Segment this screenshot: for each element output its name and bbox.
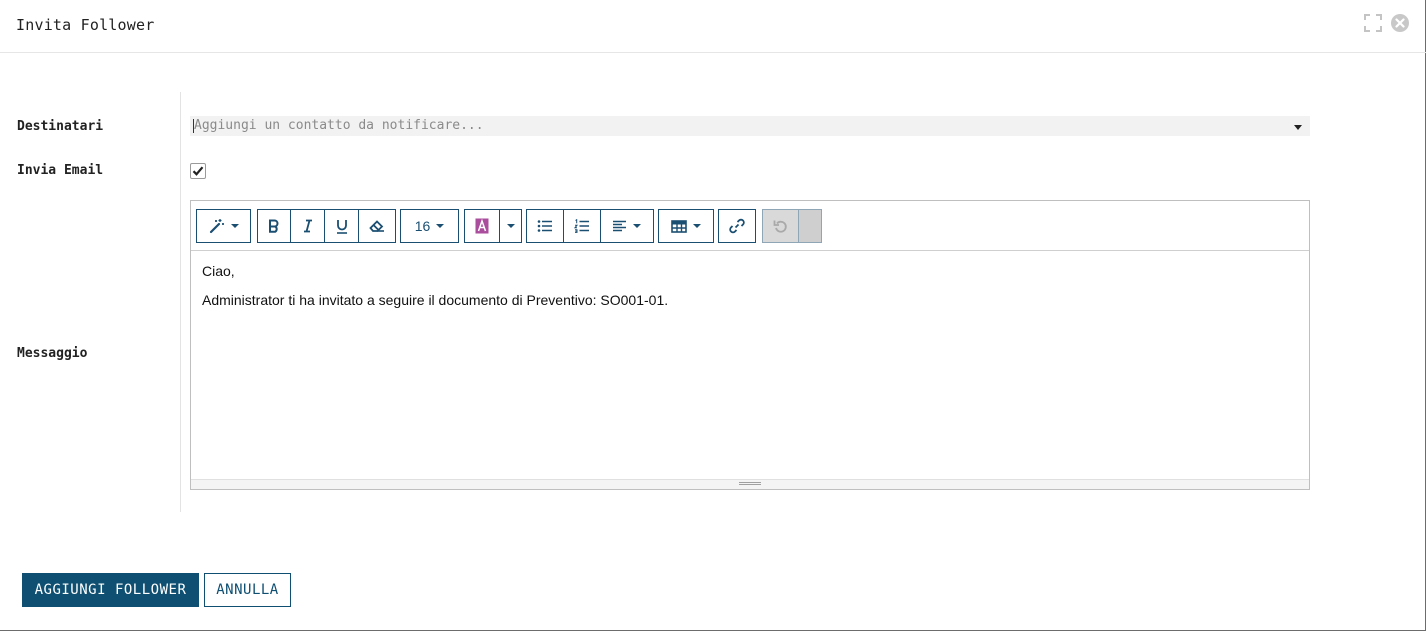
bold-icon	[269, 219, 279, 233]
font-size-value: 16	[414, 218, 431, 234]
grip-icon	[739, 482, 761, 483]
label-divider	[180, 92, 181, 512]
eraser-button[interactable]	[359, 210, 395, 242]
redo-button[interactable]	[799, 210, 821, 242]
table-button[interactable]	[659, 210, 713, 242]
font-color-icon	[475, 218, 489, 234]
underline-button[interactable]	[325, 210, 359, 242]
cancel-button[interactable]: ANNULLA	[204, 573, 291, 607]
align-left-icon	[613, 220, 626, 232]
add-follower-button[interactable]: AGGIUNGI FOLLOWER	[22, 573, 199, 607]
bold-button[interactable]	[258, 210, 291, 242]
eraser-icon	[369, 220, 384, 232]
dialog-title: Invita Follower	[16, 16, 155, 34]
close-icon[interactable]	[1390, 13, 1410, 33]
ordered-list-button[interactable]	[564, 210, 601, 242]
paragraph-group	[526, 209, 654, 243]
dialog-header: Invita Follower	[0, 0, 1426, 53]
undo-icon	[773, 220, 787, 233]
font-size-button[interactable]: 16	[401, 210, 458, 242]
link-button[interactable]	[719, 210, 755, 242]
editor-toolbar: 16	[191, 201, 1309, 251]
link-icon	[729, 218, 745, 234]
history-group	[762, 209, 822, 243]
dropdown-arrow-icon[interactable]	[1294, 125, 1302, 130]
recipients-select[interactable]: Aggiungi un contatto da notificare...	[190, 116, 1310, 136]
italic-button[interactable]	[291, 210, 325, 242]
send-email-checkbox[interactable]	[190, 163, 206, 179]
font-color-group	[464, 209, 522, 243]
recipients-label: Destinatari	[17, 119, 104, 134]
editor-content[interactable]: Ciao, Administrator ti ha invitato a seg…	[202, 263, 668, 321]
font-color-dropdown[interactable]	[500, 210, 521, 242]
chevron-down-icon	[506, 224, 515, 228]
unordered-list-button[interactable]	[527, 210, 564, 242]
magic-wand-icon	[209, 219, 224, 234]
font-size-group: 16	[400, 209, 459, 243]
unordered-list-icon	[537, 220, 552, 232]
message-line-greeting: Ciao,	[202, 263, 235, 279]
style-button[interactable]	[197, 210, 250, 242]
format-group	[257, 209, 396, 243]
undo-button[interactable]	[763, 210, 799, 242]
header-icons	[1364, 13, 1410, 33]
italic-icon	[303, 219, 312, 233]
align-button[interactable]	[601, 210, 653, 242]
invite-follower-dialog: Invita Follower Destinatari Aggiungi un …	[0, 0, 1426, 631]
recipients-placeholder: Aggiungi un contatto da notificare...	[194, 118, 484, 133]
message-editor: 16 Ciao, Administrator ti ha invitato a …	[190, 200, 1310, 490]
message-label: Messaggio	[17, 346, 88, 361]
expand-icon[interactable]	[1364, 14, 1382, 32]
message-line-body: Administrator ti ha invitato a seguire i…	[202, 292, 669, 308]
checkmark-icon	[192, 166, 204, 176]
editor-resize-handle[interactable]	[191, 479, 1309, 489]
table-icon	[671, 219, 687, 233]
font-color-button[interactable]	[465, 210, 500, 242]
ordered-list-icon	[574, 219, 589, 233]
table-group	[658, 209, 714, 243]
underline-icon	[336, 219, 347, 234]
send-email-label: Invia Email	[17, 163, 104, 178]
style-group	[196, 209, 251, 243]
link-group	[718, 209, 756, 243]
